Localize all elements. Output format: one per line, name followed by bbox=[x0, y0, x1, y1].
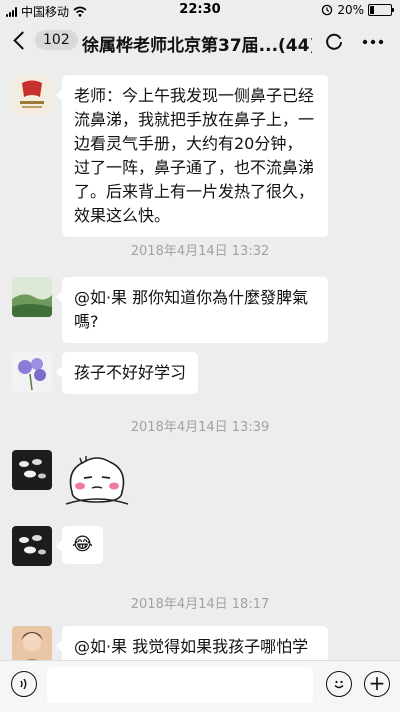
group-name: 徐属桦老师北京第37届... bbox=[82, 36, 279, 56]
chat-message bbox=[12, 450, 132, 510]
chevron-left-icon bbox=[13, 30, 32, 50]
plus-icon[interactable]: + bbox=[364, 671, 390, 697]
dark-cups-avatar[interactable] bbox=[12, 450, 52, 490]
voice-icon[interactable] bbox=[11, 671, 37, 697]
message-line: 老师：今上午我发现一侧鼻子已经 bbox=[74, 86, 315, 105]
message-line: 流鼻涕，我就把手放在鼻子上，一 bbox=[74, 110, 315, 129]
dark-cups-avatar[interactable] bbox=[12, 526, 52, 566]
message-line: 效果这么快。 bbox=[74, 206, 171, 225]
status-bar: 中国移动 22:30 20% bbox=[0, 0, 400, 20]
chat-message: 😂 bbox=[12, 526, 104, 566]
message-line: 嗎? bbox=[74, 312, 99, 331]
message-bubble[interactable]: @如·果 那你知道你為什麼發脾氣 嗎? bbox=[56, 277, 328, 343]
more-icon[interactable] bbox=[362, 39, 384, 45]
chat-input-bar: + bbox=[0, 660, 400, 712]
timestamp: 2018年4月14日 13:32 bbox=[130, 244, 270, 259]
message-line: 孩子不好好学习 bbox=[74, 363, 187, 382]
message-input[interactable] bbox=[47, 667, 313, 703]
message-bubble[interactable]: 孩子不好好学习 bbox=[55, 352, 199, 394]
blushing-bun-sticker[interactable] bbox=[62, 450, 132, 510]
emoji-icon[interactable] bbox=[326, 671, 352, 697]
chat-title: 徐属桦老师北京第37届...(44) bbox=[82, 31, 312, 56]
landscape-avatar[interactable] bbox=[12, 277, 52, 317]
timestamp: 2018年4月14日 18:17 bbox=[130, 597, 270, 612]
member-count: (44) bbox=[278, 36, 312, 56]
battery-percent: 20% bbox=[337, 3, 364, 17]
chat-message: 孩子不好好学习 bbox=[12, 352, 199, 394]
message-bubble[interactable]: 😂 bbox=[55, 526, 104, 564]
chat-header: 102 徐属桦老师北京第37届...(44) bbox=[0, 20, 400, 64]
refresh-circle-icon[interactable] bbox=[324, 32, 344, 52]
chat-message: @如·果 那你知道你為什麼發脾氣 嗎? bbox=[12, 277, 328, 343]
chat-message: 老师：今上午我发现一侧鼻子已经 流鼻涕，我就把手放在鼻子上，一 边看灵气手册，大… bbox=[12, 75, 328, 237]
purple-flower-avatar[interactable] bbox=[12, 352, 52, 392]
tears-of-joy-emoji: 😂 bbox=[72, 534, 94, 555]
timestamp: 2018年4月14日 13:39 bbox=[130, 420, 270, 435]
message-line: @如·果 我觉得如果我孩子哪怕学 bbox=[74, 637, 309, 656]
alarm-icon bbox=[322, 4, 333, 16]
message-line: 了。后来背上有一片发热了很久， bbox=[74, 182, 315, 201]
unread-count-badge: 102 bbox=[35, 30, 78, 50]
message-line: @如·果 那你知道你為什麼發脾氣 bbox=[74, 288, 309, 307]
plus-glyph: + bbox=[368, 671, 386, 695]
status-right: 20% bbox=[321, 3, 394, 17]
message-line: 过了一阵，鼻子通了，也不流鼻涕 bbox=[74, 158, 315, 177]
back-button[interactable]: 102 bbox=[12, 30, 78, 50]
message-bubble[interactable]: 老师：今上午我发现一侧鼻子已经 流鼻涕，我就把手放在鼻子上，一 边看灵气手册，大… bbox=[56, 75, 328, 237]
message-line: 边看灵气手册，大约有20分钟， bbox=[74, 134, 303, 153]
book-logo-avatar[interactable] bbox=[12, 75, 52, 115]
battery-icon bbox=[368, 4, 394, 16]
